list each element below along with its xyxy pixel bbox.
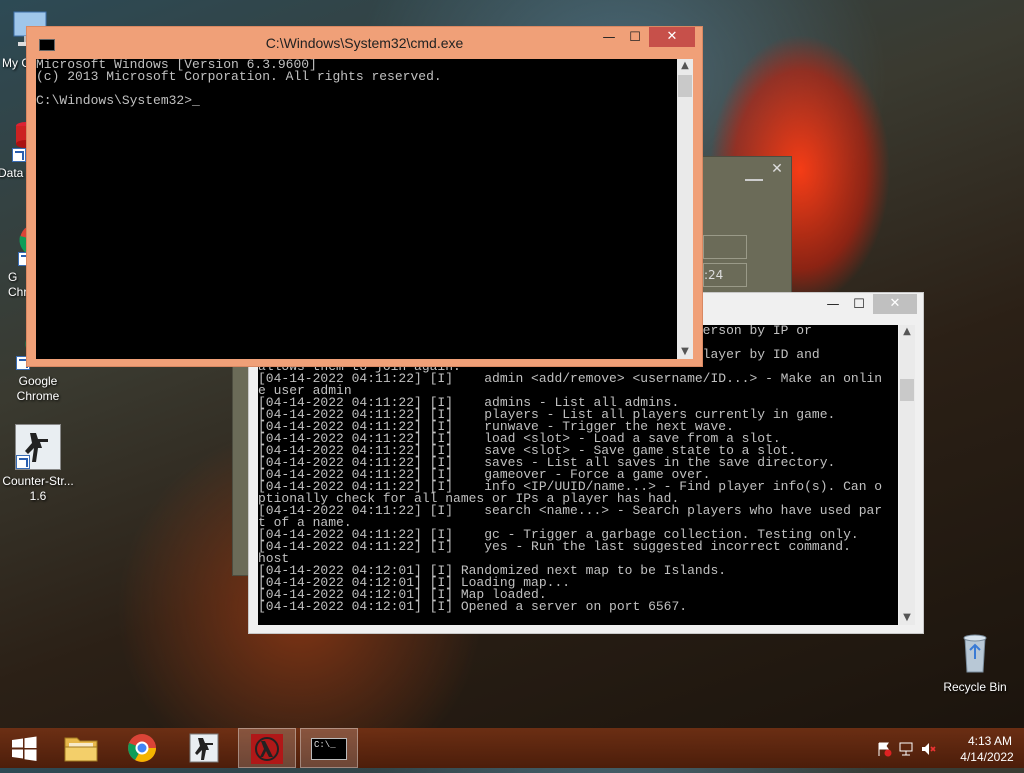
cmd-window[interactable]: C:\Windows\System32\cmd.exe — ☐ ✕ Micros… <box>26 26 703 367</box>
windows-logo-icon <box>12 736 37 761</box>
cmd-icon: C:\_ <box>311 738 347 760</box>
desktop-icon-label: Recycle Bin <box>943 680 1007 694</box>
console-line: [04-14-2022 04:11:22] [I] search <name..… <box>258 503 883 518</box>
taskbar-half-life[interactable] <box>238 728 296 768</box>
counter-strike-icon <box>189 733 219 763</box>
volume-muted-icon[interactable] <box>920 741 936 757</box>
vertical-scrollbar[interactable]: ▲ ▼ <box>677 59 693 359</box>
clock-date[interactable]: 4/14/2022 <box>950 750 1024 764</box>
desktop-icon-recycle-bin[interactable]: Recycle Bin <box>935 632 1015 695</box>
scroll-thumb[interactable] <box>900 379 914 401</box>
half-life-icon <box>251 734 283 764</box>
taskbar-file-explorer[interactable] <box>55 728 107 768</box>
system-tray: 4:13 AM 4/14/2022 <box>870 728 1024 768</box>
taskbar-counter-strike[interactable] <box>178 728 230 768</box>
scroll-thumb[interactable] <box>678 75 692 97</box>
action-center-flag-icon[interactable] <box>876 741 892 757</box>
minimize-button[interactable]: — <box>597 28 621 48</box>
clock-time[interactable]: 4:13 AM <box>956 734 1024 748</box>
chrome-icon <box>128 734 156 762</box>
console-line: [04-14-2022 04:11:22] [I] yes - Run the … <box>258 539 851 554</box>
scroll-down-arrow-icon[interactable]: ▼ <box>899 611 915 625</box>
counter-strike-icon <box>15 424 61 470</box>
scroll-up-arrow-icon[interactable]: ▲ <box>677 59 693 73</box>
maximize-button[interactable]: ☐ <box>847 295 871 315</box>
desktop-icon-counter-strike[interactable]: Counter-Str... 1.6 <box>0 424 78 504</box>
taskbar-chrome[interactable] <box>116 728 168 768</box>
close-button[interactable]: ✕ <box>767 161 787 181</box>
close-button[interactable]: ✕ <box>873 294 917 314</box>
console-line: [04-14-2022 04:11:22] [I] admin <add/rem… <box>258 371 883 386</box>
shortcut-arrow-icon <box>16 455 30 469</box>
maximize-button[interactable]: ☐ <box>623 28 647 48</box>
console-output[interactable]: Microsoft Windows [Version 6.3.9600] (c) … <box>36 59 677 359</box>
text-field[interactable]: :24 <box>703 263 747 287</box>
console-line: C:\Windows\System32>_ <box>36 93 200 108</box>
close-button[interactable]: ✕ <box>649 27 695 47</box>
folder-icon <box>64 737 98 762</box>
shortcut-arrow-icon <box>12 148 26 162</box>
vertical-scrollbar[interactable]: ▲ ▼ <box>899 325 915 625</box>
desktop-icon-label: Google Chrome <box>16 374 60 403</box>
start-button[interactable] <box>0 728 48 768</box>
desktop-icon-label: Counter-Str... 1.6 <box>2 474 74 503</box>
scroll-up-arrow-icon[interactable]: ▲ <box>899 325 915 339</box>
minimize-button[interactable] <box>745 165 763 181</box>
recycle-bin-icon <box>953 632 997 676</box>
scroll-down-arrow-icon[interactable]: ▼ <box>677 345 693 359</box>
console-line: (c) 2013 Microsoft Corporation. All righ… <box>36 69 442 84</box>
console-line: [04-14-2022 04:12:01] [I] Opened a serve… <box>258 599 688 614</box>
text-field[interactable] <box>703 235 747 259</box>
minimize-button[interactable]: — <box>821 295 845 315</box>
console-output[interactable]: unban a person by IP or ekicked player b… <box>258 325 898 625</box>
taskbar-cmd[interactable]: C:\_ <box>300 728 358 768</box>
taskbar: C:\_ 4:13 AM 4/14/2022 <box>0 728 1024 768</box>
network-icon[interactable] <box>898 741 914 757</box>
